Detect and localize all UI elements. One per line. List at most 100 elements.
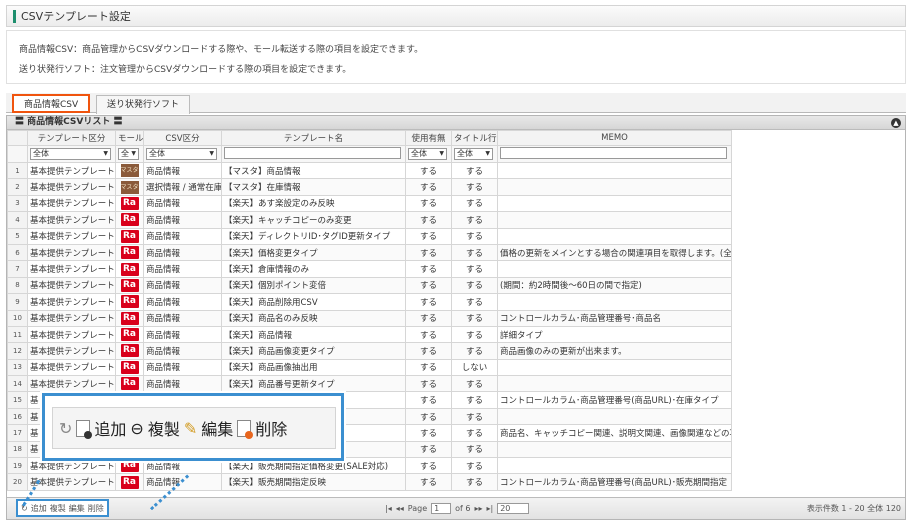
edit-button-zoom[interactable]: 編集 xyxy=(201,416,233,440)
collapse-icon[interactable]: ▲ xyxy=(891,118,901,128)
csv-type-filter[interactable]: 全体 xyxy=(146,148,217,160)
table-row[interactable]: 11 基本提供テンプレート Ra 商品情報 【楽天】商品情報 する する 詳細タイプ xyxy=(7,325,732,344)
memo-cell xyxy=(497,407,732,426)
page-input[interactable]: 1 xyxy=(431,503,452,514)
table-row[interactable]: 7 基本提供テンプレート Ra 商品情報 【楽天】倉庫情報のみ する する xyxy=(7,260,732,278)
mall-badge: Ra xyxy=(120,262,139,276)
header-row: テンプレート区分 モール CSV区分 テンプレート名 使用有無 タイトル行 ME… xyxy=(7,130,732,146)
column-header[interactable]: タイトル行 xyxy=(451,130,498,146)
column-header[interactable]: CSV区分 xyxy=(143,130,222,146)
copy-button-zoom[interactable]: 複製 xyxy=(148,416,180,440)
edit-button[interactable]: 編集 xyxy=(69,503,85,514)
mall-badge: Ra xyxy=(120,295,139,309)
row-number: 2 xyxy=(7,178,28,196)
mall-badge: Ra xyxy=(120,328,139,342)
table-row[interactable]: 20 基本提供テンプレート Ra 商品情報 【楽天】販売期間指定反映 する する コントロール… xyxy=(7,473,732,491)
title-cell: する xyxy=(451,194,498,213)
mall-cell: Ra xyxy=(115,194,144,213)
mall-cell: Ra xyxy=(115,227,144,245)
last-page-icon[interactable]: ▸| xyxy=(487,504,494,513)
tab-invoice-software[interactable]: 送り状発行ソフト xyxy=(96,95,191,114)
table-row[interactable]: 3 基本提供テンプレート Ra 商品情報 【楽天】あす楽設定のみ反映 する する xyxy=(7,194,732,213)
use-cell: する xyxy=(405,391,452,409)
memo-cell: コントロールカラム･商品管理番号(商品URL)･在庫タイプ xyxy=(497,391,732,409)
use-cell: する xyxy=(405,293,452,311)
use-cell: する xyxy=(405,194,452,213)
add-button[interactable]: 追加 xyxy=(31,503,47,514)
name-cell: 【楽天】個別ポイント変倍 xyxy=(221,276,406,295)
use-cell: する xyxy=(405,358,452,377)
row-number: 13 xyxy=(7,358,28,377)
page-title: CSVテンプレート設定 xyxy=(21,10,131,23)
name-cell: 【楽天】倉庫情報のみ xyxy=(221,260,406,278)
memo-cell: コントロールカラム･商品管理番号･商品名 xyxy=(497,309,732,327)
name-cell: 【楽天】あす楽設定のみ反映 xyxy=(221,194,406,213)
csv-cell: 商品情報 xyxy=(143,194,222,213)
mall-badge: Ra xyxy=(120,459,139,473)
kubun-cell: 基本提供テンプレート xyxy=(27,342,116,360)
table-row[interactable]: 8 基本提供テンプレート Ra 商品情報 【楽天】個別ポイント変倍 する する (期間：約2時… xyxy=(7,276,732,295)
csv-cell: 商品情報 xyxy=(143,342,222,360)
use-cell: する xyxy=(405,211,452,229)
column-header[interactable]: MEMO xyxy=(497,130,732,146)
use-cell: する xyxy=(405,227,452,245)
column-header[interactable]: モール xyxy=(115,130,144,146)
mall-badge: Ra xyxy=(120,278,139,292)
row-number: 15 xyxy=(7,391,28,409)
csv-cell: 商品情報 xyxy=(143,243,222,262)
page-label: Page xyxy=(407,504,428,513)
table-row[interactable]: 6 基本提供テンプレート Ra 商品情報 【楽天】価格変更タイプ する する 価格の更新をメイ… xyxy=(7,243,732,262)
delete-button-zoom[interactable]: 削除 xyxy=(255,416,287,440)
usage-filter[interactable]: 全体 xyxy=(408,148,447,160)
csv-cell: 商品情報 xyxy=(143,211,222,229)
rows-per-page-select[interactable]: 20 xyxy=(497,503,530,514)
name-cell: 【マスタ】在庫情報 xyxy=(221,178,406,196)
column-header[interactable]: テンプレート区分 xyxy=(27,130,116,146)
memo-cell xyxy=(497,457,732,475)
add-button-zoom[interactable]: 追加 xyxy=(94,416,126,440)
next-page-icon[interactable]: ▸▸ xyxy=(474,504,482,513)
title-cell: する xyxy=(451,309,498,327)
title-row-filter[interactable]: 全体 xyxy=(454,148,493,160)
template-name-filter[interactable] xyxy=(224,146,401,159)
row-number: 3 xyxy=(7,194,28,213)
row-number: 9 xyxy=(7,293,28,311)
filter-cell: 全体 xyxy=(405,145,452,163)
filter-cell xyxy=(7,145,28,163)
row-number: 20 xyxy=(7,473,28,491)
table-row[interactable]: 4 基本提供テンプレート Ra 商品情報 【楽天】キャッチコピーのみ変更 する する xyxy=(7,211,732,229)
kubun-cell: 基本提供テンプレート xyxy=(27,473,116,491)
memo-cell: 商品画像のみの更新が出来ます。 xyxy=(497,342,732,360)
refresh-icon[interactable]: ↻ xyxy=(59,419,72,438)
memo-cell: 商品名、キャッチコピー関連、説明文関連、画像関連などの項目 xyxy=(497,424,732,442)
filter-cell: 全体 xyxy=(451,145,498,163)
row-number: 6 xyxy=(7,243,28,262)
table-row[interactable]: 5 基本提供テンプレート Ra 商品情報 【楽天】ディレクトリID･タグID更新タイプす… xyxy=(7,227,732,245)
copy-button[interactable]: 複製 xyxy=(50,503,66,514)
delete-button[interactable]: 削除 xyxy=(88,503,104,514)
column-header[interactable]: 使用有無 xyxy=(405,130,452,146)
table-row[interactable]: 1 基本提供テンプレート マスタ 商品情報 【マスタ】商品情報 する する xyxy=(7,161,732,180)
tab-product-csv[interactable]: 商品情報CSV xyxy=(12,94,91,113)
column-header[interactable]: テンプレート名 xyxy=(221,130,406,146)
csv-cell: 商品情報 xyxy=(143,358,222,377)
csv-cell: 商品情報 xyxy=(143,375,222,393)
mall-filter[interactable]: 全 xyxy=(118,148,139,160)
kubun-cell: 基本提供テンプレート xyxy=(27,358,116,377)
row-number: 17 xyxy=(7,424,28,442)
table-row[interactable]: 10 基本提供テンプレート Ra 商品情報 【楽天】商品名のみ反映 する する コントロールカ… xyxy=(7,309,732,327)
table-row[interactable]: 9 基本提供テンプレート Ra 商品情報 【楽天】商品削除用CSV する する xyxy=(7,293,732,311)
table-row[interactable]: 2 基本提供テンプレート マスタ 選択情報 / 通常在庫 【マスタ】在庫情報 する する xyxy=(7,178,732,196)
template-type-filter[interactable]: 全体 xyxy=(30,148,111,160)
mall-cell: Ra xyxy=(115,276,144,295)
prev-page-icon[interactable]: ◂◂ xyxy=(396,504,404,513)
memo-cell xyxy=(497,260,732,278)
table-row[interactable]: 12 基本提供テンプレート Ra 商品情報 【楽天】商品画像変更タイプ する する 商品画像の… xyxy=(7,342,732,360)
mall-badge: Ra xyxy=(120,311,139,325)
first-page-icon[interactable]: |◂ xyxy=(385,504,392,513)
memo-filter[interactable] xyxy=(500,146,727,159)
table-row[interactable]: 13 基本提供テンプレート Ra 商品情報 【楽天】商品画像抽出用 する しない xyxy=(7,358,732,377)
toolbar-small: ↻ 追加 複製 編集 削除 xyxy=(16,499,109,517)
mall-badge: Ra xyxy=(120,360,139,374)
table-row[interactable]: 14 基本提供テンプレート Ra 商品情報 【楽天】商品番号更新タイプ する する xyxy=(7,375,732,393)
